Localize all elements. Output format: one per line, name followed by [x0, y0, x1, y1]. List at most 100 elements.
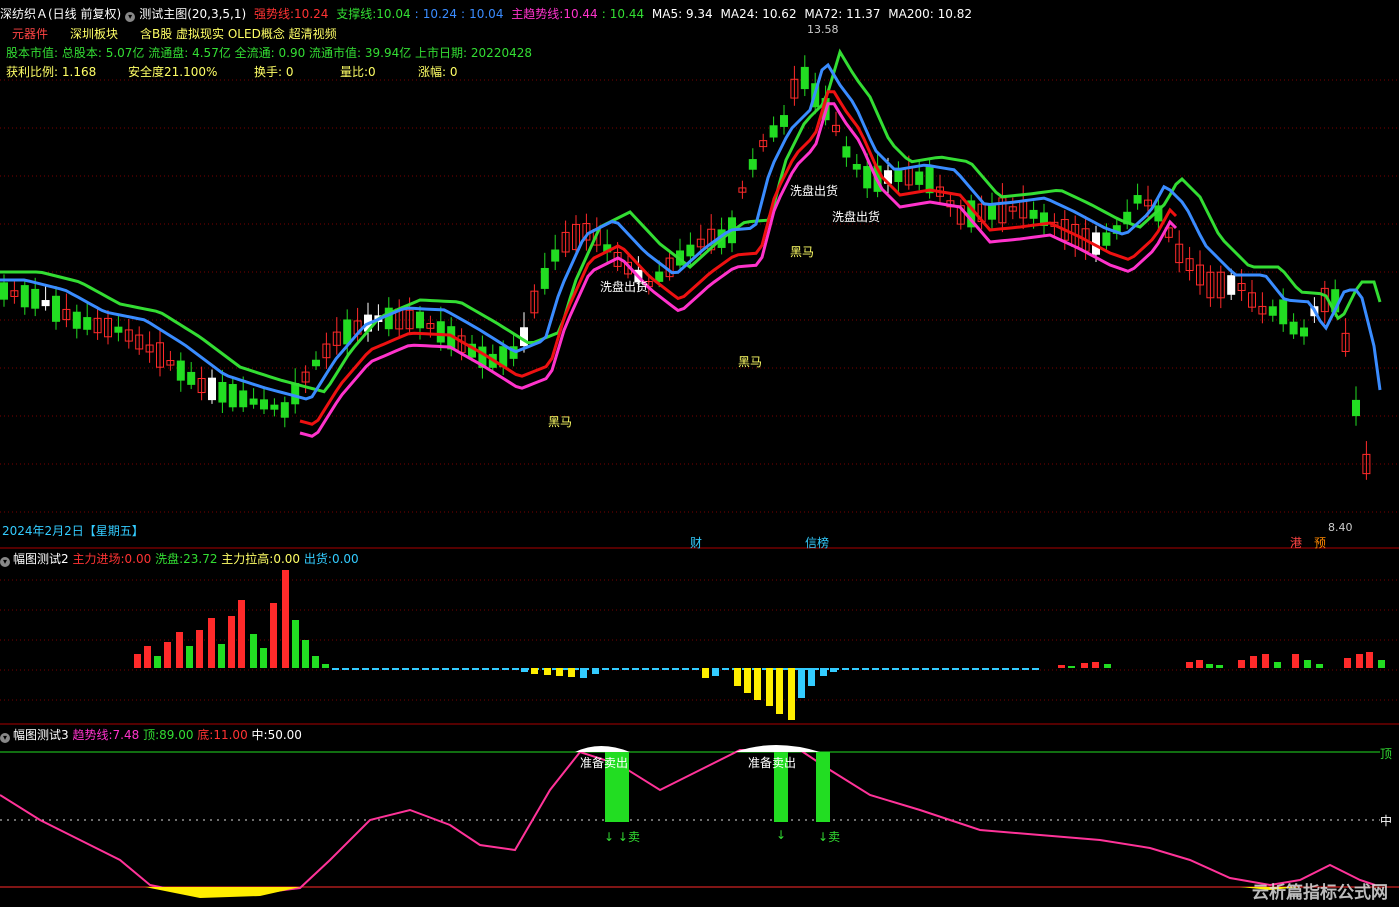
histogram-bar — [912, 668, 919, 670]
wash-sell-signal-3: 洗盘出货 — [832, 210, 881, 224]
histogram-bar — [842, 668, 849, 670]
prepare-sell-label-2: 准备卖出 — [748, 756, 797, 770]
histogram-bar — [154, 656, 161, 668]
histogram-bar — [556, 668, 563, 676]
turnover-label: 换手: — [254, 65, 283, 79]
histogram-bar — [392, 668, 399, 670]
histogram-bar — [322, 664, 329, 668]
sell-signal-bar — [816, 752, 830, 822]
top-label: 顶: — [143, 728, 160, 742]
histogram-bar — [1081, 663, 1088, 668]
candle-body — [686, 244, 695, 257]
histogram-bar — [144, 646, 151, 668]
high-price-label: 13.58 — [807, 23, 839, 36]
candle-body — [218, 382, 227, 403]
concept-tags[interactable]: 含B股 虚拟现实 OLED概念 超清视频 — [140, 25, 337, 42]
strong-line-label: 强势线: — [254, 7, 295, 21]
histogram-bar — [622, 668, 629, 670]
candle-body — [988, 203, 996, 220]
sep: : — [414, 7, 419, 21]
event-hk[interactable]: 港 — [1290, 534, 1302, 551]
histogram-bar — [292, 620, 299, 668]
event-info-list[interactable]: 信榜 — [805, 534, 829, 551]
histogram-bar — [342, 668, 349, 670]
histogram-bar — [1216, 665, 1223, 668]
candle-body — [176, 360, 185, 381]
candle-body — [270, 404, 279, 410]
candle-body — [540, 267, 549, 289]
top-axis-label: 顶 — [1380, 747, 1393, 761]
trend-label: 趋势线: — [72, 728, 113, 742]
candle-body — [436, 321, 445, 343]
histogram-bar — [982, 668, 989, 670]
trend-line-magenta — [299, 102, 1178, 438]
event-forecast[interactable]: 预 — [1314, 534, 1326, 551]
bottom-label: 底: — [197, 728, 214, 742]
histogram-bar — [492, 668, 499, 670]
profit-ratio: 获利比例: 1.168 — [6, 63, 96, 80]
candle-body — [249, 398, 258, 405]
candle-body — [748, 159, 757, 170]
candle-body — [915, 171, 924, 185]
stock-name[interactable]: 深纺织Ａ(日线 前复权) — [0, 7, 121, 21]
dropdown-icon[interactable]: ▾ — [0, 733, 10, 743]
histogram-bar — [502, 668, 509, 670]
trend-line-red — [299, 90, 1178, 426]
histogram-bar — [270, 603, 277, 668]
ma-line-green — [0, 48, 1382, 394]
candle-body — [1352, 399, 1360, 417]
histogram-bar — [1104, 664, 1111, 668]
candle-body — [1029, 209, 1038, 219]
histogram-bar — [176, 632, 183, 668]
panel3-title[interactable]: 幅图测试3 — [13, 728, 69, 742]
histogram-bar — [734, 668, 741, 686]
candle-body — [41, 300, 50, 307]
histogram-bar — [882, 668, 889, 670]
histogram-bar — [744, 668, 751, 693]
trend-line-label: 主趋势线: — [511, 7, 564, 21]
histogram-bar — [1068, 666, 1075, 668]
histogram-bar — [830, 668, 837, 672]
date-label: 2024年2月2日【星期五】 — [2, 524, 144, 538]
candle-body — [800, 66, 809, 90]
profit-ratio-value: 1.168 — [61, 65, 97, 79]
panel2-title[interactable]: 幅图测试2 — [13, 552, 69, 566]
histogram-bar — [382, 668, 389, 670]
candle-body — [1300, 327, 1308, 337]
watermark: 云析篇指标公式网 — [1252, 883, 1388, 903]
candle-body — [260, 399, 268, 410]
histogram-bar — [942, 668, 949, 670]
histogram-bar — [1012, 668, 1019, 670]
sector-tag-components[interactable]: 元器件 — [12, 25, 48, 42]
dropdown-icon[interactable]: ▾ — [125, 12, 136, 22]
histogram-bar — [692, 668, 699, 670]
chart-canvas[interactable] — [0, 0, 1399, 907]
histogram-bar — [788, 668, 795, 720]
histogram-bar — [592, 668, 599, 674]
histogram-bar — [228, 616, 235, 668]
histogram-bar — [1344, 658, 1351, 668]
candle-body — [312, 359, 320, 367]
dropdown-icon[interactable]: ▾ — [0, 557, 10, 567]
histogram-bar — [972, 668, 979, 670]
candle-body — [842, 146, 851, 158]
histogram-bar — [352, 668, 359, 670]
indicator-name[interactable]: 测试主图(20,3,5,1) — [139, 7, 246, 21]
histogram-bar — [782, 668, 789, 670]
candle-body — [769, 125, 778, 138]
trend-val-1: 10.44 — [563, 7, 598, 21]
histogram-bar — [862, 668, 869, 670]
pull-label: 主力拉高: — [221, 552, 274, 566]
sector-tag-shenzhen[interactable]: 深圳板块 — [70, 25, 118, 42]
event-finance[interactable]: 财 — [690, 534, 702, 551]
profit-ratio-label: 获利比例: — [6, 65, 59, 79]
ma5-value: MA5: 9.34 — [651, 7, 713, 21]
histogram-bar — [1238, 660, 1245, 668]
pull-value: 0.00 — [273, 552, 301, 566]
top-zone-fill — [735, 745, 820, 752]
candle-body — [83, 317, 92, 330]
histogram-bar — [218, 644, 225, 668]
dark-horse-label-3: 黑马 — [790, 245, 815, 259]
histogram-bar — [1356, 654, 1363, 668]
histogram-bar — [1366, 652, 1373, 668]
